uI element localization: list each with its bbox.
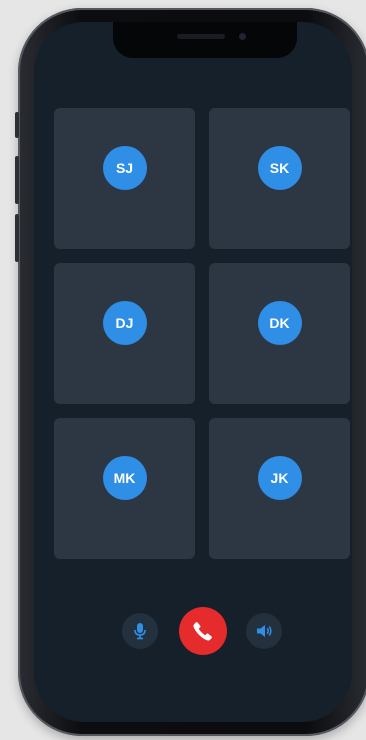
speaker-button[interactable] [246, 613, 282, 649]
front-camera [239, 33, 246, 40]
participant-initials: MK [113, 469, 136, 486]
phone-notch [113, 22, 297, 58]
participant-avatar: DK [257, 300, 302, 345]
participant-initials: SK [269, 159, 290, 176]
participant-tile[interactable]: MK [54, 418, 195, 559]
end-call-button[interactable] [179, 607, 227, 655]
microphone-icon [134, 623, 146, 640]
participant-tile[interactable]: DJ [54, 263, 195, 404]
phone-silent-switch [15, 112, 19, 138]
participant-tile[interactable]: SK [209, 108, 350, 249]
participant-tile[interactable]: JK [209, 418, 350, 559]
participant-tile[interactable]: DK [209, 263, 350, 404]
participant-avatar: MK [102, 455, 147, 500]
participant-tile[interactable]: SJ [54, 108, 195, 249]
participant-initials: DJ [115, 314, 134, 331]
phone-screen: SJ SK DJ DK MK JK [34, 22, 352, 722]
call-controls [34, 606, 352, 656]
earpiece-speaker [177, 34, 225, 39]
speaker-icon [257, 625, 272, 637]
stage: SJ SK DJ DK MK JK [0, 0, 366, 740]
phone-hangup-icon [193, 622, 212, 641]
participant-avatar: DJ [102, 300, 147, 345]
participant-initials: SJ [115, 159, 134, 176]
phone-volume-down-button [15, 214, 19, 262]
mute-button[interactable] [122, 613, 158, 649]
participant-avatar: SJ [102, 145, 147, 190]
participant-avatar: JK [257, 455, 302, 500]
participant-initials: DK [269, 314, 290, 331]
participant-grid: SJ SK DJ DK MK JK [54, 108, 350, 559]
participant-initials: JK [270, 469, 289, 486]
participant-avatar: SK [257, 145, 302, 190]
phone-volume-up-button [15, 156, 19, 204]
